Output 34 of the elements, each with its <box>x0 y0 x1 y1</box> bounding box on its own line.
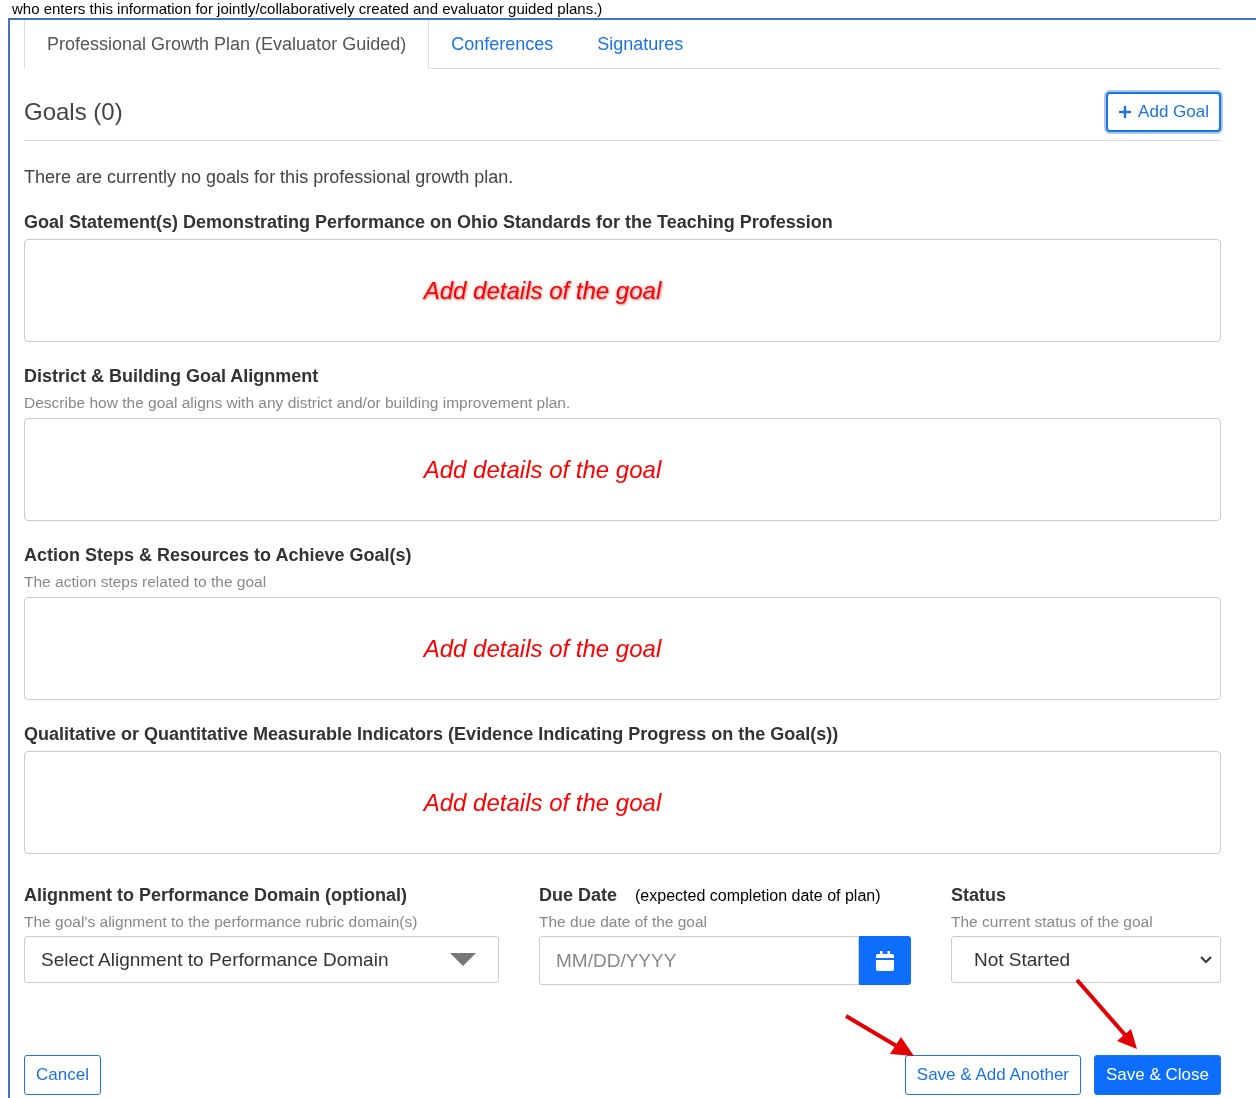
text-area[interactable]: Add details of the goal <box>24 239 1221 342</box>
goals-title: Goals (0) <box>24 98 123 126</box>
tab[interactable]: Professional Growth Plan (Evaluator Guided) <box>24 20 430 69</box>
empty-message: There are currently no goals for this professional growth plan. <box>24 167 515 188</box>
action-button[interactable]: Cancel <box>24 1055 101 1095</box>
field-label: Action Steps & Resources to Achieve Goal(s) <box>24 545 413 566</box>
field-label: Status <box>951 885 1006 906</box>
field-help: The current status of the goal <box>951 913 1154 931</box>
action-button[interactable]: Save & Close <box>1094 1055 1221 1095</box>
field-label: Due Date <box>539 885 618 906</box>
status-dropdown[interactable]: Not Started <box>951 936 1221 983</box>
annotation-text: Add details of the goal <box>423 634 662 663</box>
field-help: The due date of the goal <box>539 913 709 931</box>
field-label: Qualitative or Quantitative Measurable Indicators (Evidence Indicating Progress on the Goal(s)) <box>24 724 840 745</box>
text-area[interactable]: Add details of the goal <box>24 751 1221 854</box>
annotation-note: (expected completion date of plan) <box>635 887 881 905</box>
annotation-text: Add details of the goal <box>423 276 662 305</box>
field-label: Alignment to Performance Domain (optional) <box>24 885 408 906</box>
caption-text: who enters this information for jointly/collaboratively created and evaluator guided plans.) <box>12 0 604 18</box>
field-label: Goal Statement(s) Demonstrating Performance on Ohio Standards for the Teaching Profession <box>24 212 834 233</box>
date-input[interactable]: MM/DD/YYYY <box>539 936 859 985</box>
tab[interactable]: Signatures <box>575 20 706 69</box>
text-area[interactable]: Add details of the goal <box>24 418 1221 521</box>
add-goal-button[interactable]: Add Goal <box>1106 92 1221 132</box>
field-help: Describe how the goal aligns with any district and/or building improvement plan. <box>24 394 572 412</box>
field-help: The goal’s alignment to the performance rubric domain(s) <box>24 913 419 931</box>
action-button[interactable]: Save & Add Another <box>904 1055 1081 1095</box>
annotation-text: Add details of the goal <box>423 455 662 484</box>
text-area[interactable]: Add details of the goal <box>24 597 1221 700</box>
domain-select[interactable]: Select Alignment to Performance Domain <box>24 936 499 983</box>
field-help: The action steps related to the goal <box>24 573 268 591</box>
annotation-text: Add details of the goal <box>423 788 662 817</box>
tab[interactable]: Conferences <box>429 20 576 69</box>
field-label: District & Building Goal Alignment <box>24 366 320 387</box>
